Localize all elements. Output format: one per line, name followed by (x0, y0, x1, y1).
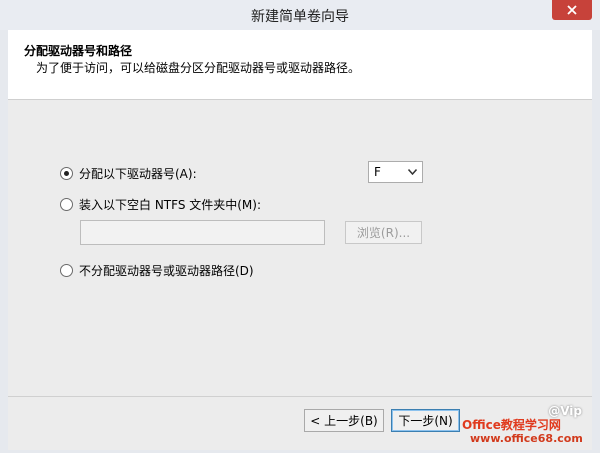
back-button[interactable]: < 上一步(B) (304, 409, 384, 432)
wizard-client-area: 分配驱动器号和路径 为了便于访问，可以给磁盘分区分配驱动器号或驱动器路径。 分配… (8, 30, 592, 450)
next-button[interactable]: 下一步(N) (391, 409, 460, 432)
close-button[interactable] (552, 0, 592, 20)
mount-folder-radio[interactable] (60, 198, 73, 211)
assign-drive-letter-radio[interactable] (60, 167, 73, 180)
close-icon (567, 5, 577, 15)
no-drive-letter-radio[interactable] (60, 264, 73, 277)
drive-letter-dropdown[interactable]: F (368, 161, 423, 183)
watermark-brand: Office教程学习网 (462, 418, 561, 432)
assign-drive-letter-option[interactable]: 分配以下驱动器号(A): (60, 165, 197, 182)
mount-folder-label: 装入以下空白 NTFS 文件夹中(M): (79, 198, 262, 212)
drive-letter-value: F (374, 165, 381, 179)
browse-button[interactable]: 浏览(R)... (345, 221, 422, 244)
wizard-header: 分配驱动器号和路径 为了便于访问，可以给磁盘分区分配驱动器号或驱动器路径。 (8, 30, 592, 100)
page-subtitle: 为了便于访问，可以给磁盘分区分配驱动器号或驱动器路径。 (36, 61, 361, 75)
footer-divider (8, 396, 592, 397)
wizard-window: 新建简单卷向导 分配驱动器号和路径 为了便于访问，可以给磁盘分区分配驱动器号或驱… (0, 0, 600, 453)
no-drive-letter-label: 不分配驱动器号或驱动器路径(D) (79, 264, 254, 278)
mount-path-input[interactable] (80, 220, 325, 245)
assign-drive-letter-label: 分配以下驱动器号(A): (79, 167, 197, 181)
window-title: 新建简单卷向导 (251, 9, 349, 25)
watermark-url: www.office68.com (470, 432, 583, 445)
page-title: 分配驱动器号和路径 (24, 44, 133, 58)
title-bar: 新建简单卷向导 (0, 0, 600, 30)
no-drive-letter-option[interactable]: 不分配驱动器号或驱动器路径(D) (60, 262, 254, 279)
mount-folder-option[interactable]: 装入以下空白 NTFS 文件夹中(M): (60, 196, 261, 213)
chevron-down-icon (408, 169, 417, 175)
